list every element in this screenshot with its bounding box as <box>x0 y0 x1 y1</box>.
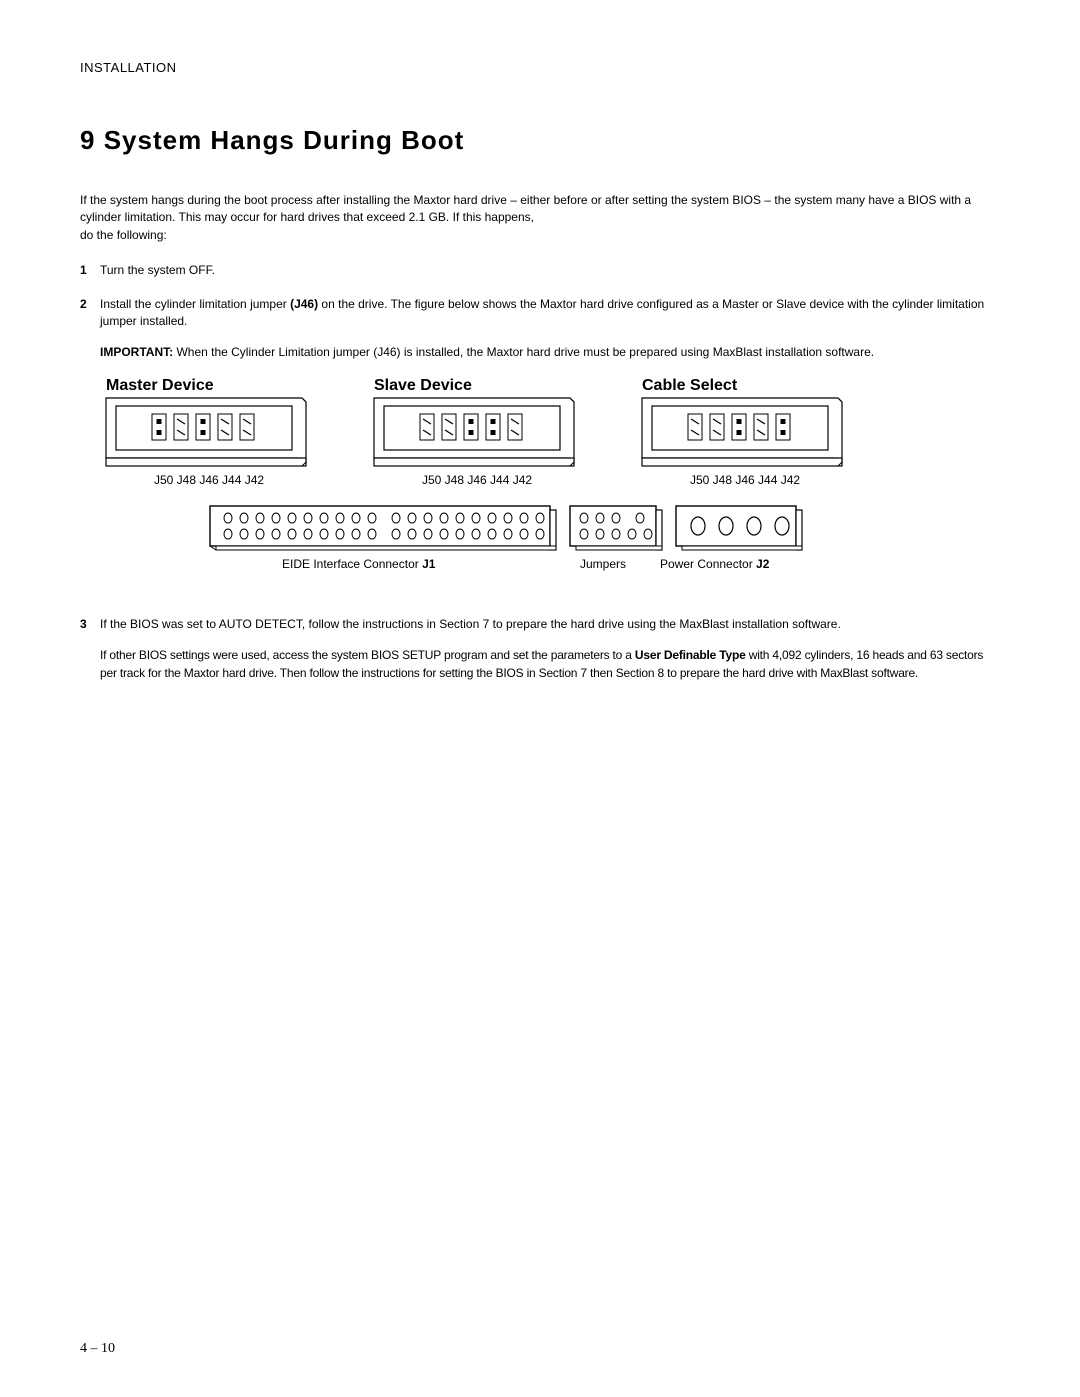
step-number: 2 <box>80 296 87 313</box>
intro-text-1: If the system hangs during the boot proc… <box>80 193 971 224</box>
fig-label-jumpers: Jumpers <box>580 557 626 571</box>
fig-label-cable: Cable Select <box>642 377 738 394</box>
document-page: INSTALLATION 9 System Hangs During Boot … <box>0 0 1080 1397</box>
jumper-figure: Master Device Slave Device Cable Select <box>100 376 1000 586</box>
step-text: Turn the system OFF. <box>100 263 215 277</box>
page-header: INSTALLATION <box>80 60 1000 75</box>
fig-label-master: Master Device <box>106 377 214 394</box>
fig-jlabels-slave: J50 J48 J46 J44 J42 <box>422 473 532 487</box>
step-2: 2 Install the cylinder limitation jumper… <box>80 296 1000 586</box>
step-text: If the BIOS was set to AUTO DETECT, foll… <box>100 617 841 631</box>
step-text-bold: (J46) <box>290 297 318 311</box>
step-3-sub: If other BIOS settings were used, access… <box>100 647 1000 682</box>
fig-label-eide: EIDE Interface Connector J1 <box>282 557 436 571</box>
fig-label-power: Power Connector J2 <box>660 557 770 571</box>
section-number: 9 <box>80 125 95 155</box>
important-note: IMPORTANT: When the Cylinder Limitation … <box>100 344 1000 361</box>
fig-label-slave: Slave Device <box>374 377 472 394</box>
fig-jlabels-cable: J50 J48 J46 J44 J42 <box>690 473 800 487</box>
intro-text-2: do the following: <box>80 228 167 242</box>
page-number: 4 – 10 <box>80 1341 115 1357</box>
step-number: 1 <box>80 262 87 279</box>
intro-paragraph: If the system hangs during the boot proc… <box>80 192 1000 244</box>
section-title: 9 System Hangs During Boot <box>80 125 1000 156</box>
step-text-before: Install the cylinder limitation jumper <box>100 297 290 311</box>
step-1: 1 Turn the system OFF. <box>80 262 1000 279</box>
section-heading-text: System Hangs During Boot <box>104 125 465 155</box>
fig-jlabels-master: J50 J48 J46 J44 J42 <box>154 473 264 487</box>
jumper-svg: Master Device Slave Device Cable Select <box>100 376 900 586</box>
step-3: 3 If the BIOS was set to AUTO DETECT, fo… <box>80 616 1000 682</box>
steps-list: 1 Turn the system OFF. 2 Install the cyl… <box>80 262 1000 682</box>
step-number: 3 <box>80 616 87 633</box>
step3-sub-before: If other BIOS settings were used, access… <box>100 648 635 662</box>
important-text: When the Cylinder Limitation jumper (J46… <box>173 345 874 359</box>
step3-sub-bold: User Definable Type <box>635 648 746 662</box>
important-label: IMPORTANT: <box>100 345 173 359</box>
